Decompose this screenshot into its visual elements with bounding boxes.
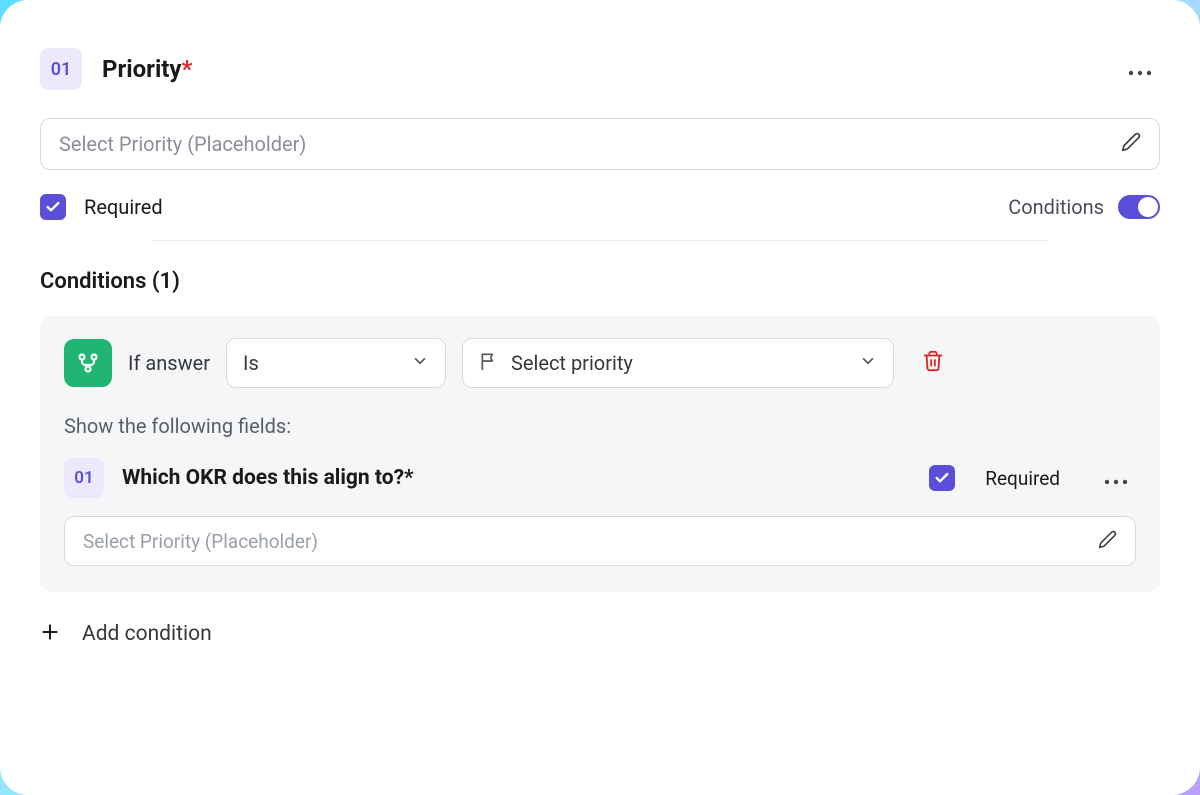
- field-title: Priority: [102, 55, 182, 83]
- operator-dropdown[interactable]: Is: [226, 338, 446, 388]
- required-label: Required: [84, 195, 163, 219]
- value-dropdown[interactable]: Select priority: [462, 338, 894, 388]
- check-icon: [934, 470, 950, 486]
- operator-value: Is: [243, 351, 399, 375]
- required-asterisk: *: [182, 55, 193, 83]
- conditions-heading: Conditions (1): [40, 269, 1160, 294]
- chevron-down-icon: [411, 352, 429, 374]
- priority-placeholder: Select Priority (Placeholder): [59, 132, 1121, 156]
- subfield-number-badge: 01: [64, 458, 104, 498]
- show-fields-label: Show the following fields:: [64, 414, 1136, 438]
- options-row: Required Conditions: [40, 194, 1160, 220]
- field-header: 01 Priority*: [40, 48, 1160, 90]
- subfield-required-checkbox[interactable]: [929, 465, 955, 491]
- subfield-title-container: Which OKR does this align to?*: [122, 466, 414, 490]
- subfield-title: Which OKR does this align to?: [122, 466, 404, 490]
- conditions-toggle[interactable]: [1118, 195, 1160, 219]
- subfield-more-button[interactable]: [1096, 462, 1136, 495]
- check-icon: [45, 199, 61, 215]
- chevron-down-icon: [859, 352, 877, 374]
- required-asterisk: *: [404, 466, 414, 490]
- subfield-header: 01 Which OKR does this align to?* Requir…: [64, 458, 1136, 498]
- field-number-badge: 01: [40, 48, 82, 90]
- branch-icon: [76, 351, 100, 375]
- subfield-placeholder: Select Priority (Placeholder): [83, 530, 1098, 553]
- more-options-button[interactable]: [1120, 53, 1160, 86]
- trash-icon: [922, 350, 944, 372]
- add-condition-button[interactable]: Add condition: [40, 622, 1160, 646]
- more-horizontal-icon: [1128, 70, 1152, 76]
- edit-button[interactable]: [1121, 132, 1141, 156]
- toggle-knob: [1138, 197, 1158, 217]
- subfield-select[interactable]: Select Priority (Placeholder): [64, 516, 1136, 566]
- pencil-icon: [1121, 132, 1141, 152]
- pencil-icon: [1098, 530, 1117, 549]
- flag-icon: [479, 351, 499, 375]
- if-answer-label: If answer: [128, 351, 210, 375]
- field-title-container: Priority*: [102, 55, 192, 83]
- condition-branch-badge: [64, 339, 112, 387]
- value-placeholder: Select priority: [511, 351, 847, 375]
- subfield-required-label: Required: [985, 467, 1060, 490]
- subfield-edit-button[interactable]: [1098, 530, 1117, 553]
- form-field-config-panel: 01 Priority* Select Priority (Placeholde…: [0, 0, 1200, 795]
- priority-select[interactable]: Select Priority (Placeholder): [40, 118, 1160, 170]
- required-checkbox[interactable]: [40, 194, 66, 220]
- more-horizontal-icon: [1104, 479, 1128, 485]
- condition-block: If answer Is Select priority Show th: [40, 316, 1160, 592]
- add-condition-label: Add condition: [82, 622, 212, 646]
- plus-icon: [40, 622, 60, 646]
- divider: [152, 240, 1048, 241]
- delete-condition-button[interactable]: [922, 350, 944, 376]
- conditions-label: Conditions: [1008, 195, 1104, 219]
- condition-rule-row: If answer Is Select priority: [64, 338, 1136, 388]
